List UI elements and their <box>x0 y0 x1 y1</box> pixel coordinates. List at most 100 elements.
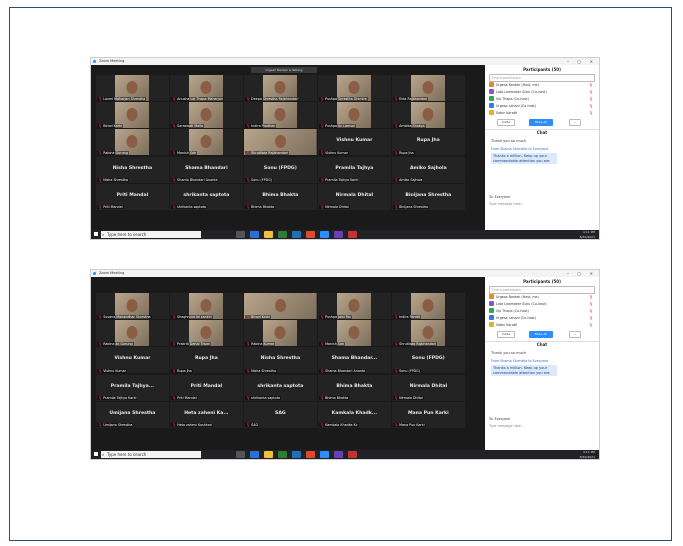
chat-input[interactable]: Type message here... <box>489 424 524 428</box>
name-tile[interactable]: Heta zaheni Ka... 🎙Heta zaheni Kushkari <box>169 401 243 428</box>
name-tile[interactable]: Pramila Tajhya 🎙Pramila Tajhya Karki <box>317 156 391 183</box>
more-button[interactable]: ... <box>569 331 581 338</box>
participant-row[interactable]: Urgesa Bardah (Host, me) 🎙 <box>489 294 595 301</box>
task-view-icon[interactable] <box>236 231 245 238</box>
participant-row[interactable]: Vip Thapa (Co-host) 🎙 <box>489 308 595 315</box>
invite-button[interactable]: Invite <box>497 331 515 338</box>
mic-icon[interactable]: 🎙 <box>589 82 593 89</box>
name-tile[interactable]: shrikanta saptota 🎙shrikanta saptota <box>169 183 243 210</box>
word-icon[interactable] <box>292 451 301 458</box>
taskbar-search-input[interactable]: ⌕ Type here to search <box>101 451 201 458</box>
task-view-icon[interactable] <box>236 451 245 458</box>
maximize-icon[interactable]: ▢ <box>577 270 581 277</box>
pdf-icon[interactable] <box>348 231 357 238</box>
minimize-icon[interactable]: – <box>567 270 569 277</box>
mic-icon[interactable]: 🎙 <box>589 96 593 103</box>
video-tile[interactable]: 🎙Shrutilata Rajbhandari <box>391 320 465 347</box>
participant-row[interactable]: Urgesa Bardah (Host, me) 🎙 <box>489 82 595 89</box>
zoom-taskbar-icon[interactable] <box>320 231 329 238</box>
video-tile[interactable]: 🎙Binod Karki <box>243 293 317 319</box>
name-tile[interactable]: Pramila Tajhya... 🎙Pramila Tajhya Karki <box>96 374 169 401</box>
taskbar-search-input[interactable]: ⌕ Type here to search <box>101 231 201 238</box>
mic-icon[interactable]: 🎙 <box>589 301 593 308</box>
participant-row[interactable]: Urgesa Lahani (Co-host) 🎙 <box>489 103 595 110</box>
name-tile[interactable]: Kamkala Khadk... 🎙Kamkala Khadka Kc <box>317 401 391 428</box>
video-tile[interactable]: 🎙Pushpa Jaisi Rai <box>317 293 391 319</box>
name-tile[interactable]: Sonu (FPDG) 🎙Sonu (FPDG) <box>243 156 317 183</box>
participant-row[interactable]: Sabin Karatti 🎙 <box>489 110 595 117</box>
name-tile[interactable]: Priti Mandal 🎙Priti Mandal <box>96 183 169 210</box>
chat-input[interactable]: Type message here... <box>489 202 524 206</box>
video-tile[interactable]: 🎙Anusha Lal Thapa Maharjan <box>169 75 243 101</box>
mute-all-button[interactable]: Mute All <box>529 119 553 126</box>
edge-icon[interactable] <box>250 451 259 458</box>
name-tile[interactable]: shrikanta saptota 🎙shrikanta saptota <box>243 374 317 401</box>
name-tile[interactable]: Nirmala Dhital 🎙Nirmala Dhital <box>391 374 465 401</box>
windows-start-icon[interactable] <box>94 452 98 456</box>
name-tile[interactable]: Sonu (FPDG) 🎙Sonu (FPDG) <box>391 347 465 374</box>
video-tile[interactable]: 🎙Susana Manandhar Shrestha <box>96 293 169 319</box>
participant-search-input[interactable]: Find a participant <box>489 286 595 294</box>
app-icon[interactable] <box>334 451 343 458</box>
invite-button[interactable]: Invite <box>497 119 515 126</box>
system-tray-clock[interactable]: 4:11 PM 8/30/2021 <box>580 230 595 239</box>
name-tile[interactable]: Vishnu Kumar 🎙Vishnu Kumar <box>96 347 169 374</box>
file-explorer-icon[interactable] <box>264 451 273 458</box>
participant-row[interactable]: Sabin Karatti 🎙 <box>489 322 595 329</box>
mic-icon[interactable]: 🎙 <box>589 110 593 117</box>
video-tile[interactable]: 🎙Rabina Kumar <box>243 320 317 347</box>
name-tile[interactable]: Amiko Sajhola 🎙Amiko Sajhola <box>391 156 465 183</box>
video-tile[interactable]: 🎙Manish Sah <box>317 320 391 347</box>
mute-all-button[interactable]: Mute All <box>529 331 553 338</box>
name-tile[interactable]: Nisha Shrestha 🎙Nisha Shrestha <box>243 347 317 374</box>
video-tile[interactable]: 🎙Saraswati Malla <box>169 102 243 129</box>
video-tile[interactable]: 🎙Ambika Shakya <box>391 102 465 129</box>
video-tile[interactable]: 🎙Pushpa Shrestha Ghimire <box>317 75 391 101</box>
more-button[interactable]: ... <box>569 119 581 126</box>
chrome-icon[interactable] <box>278 451 287 458</box>
video-tile[interactable]: 🎙Pushpa Kc Lamsal <box>317 102 391 129</box>
participant-row[interactable]: Lata Lawmaker Suku (Co-host) 🎙 <box>489 89 595 96</box>
video-tile[interactable]: 🎙Rabina Gurung <box>96 129 169 156</box>
name-tile[interactable]: Bhima Bhakta 🎙Bhima Bhakta <box>317 374 391 401</box>
mic-icon[interactable]: 🎙 <box>589 308 593 315</box>
video-tile[interactable]: 🎙Manish Sah <box>169 129 243 156</box>
participant-row[interactable]: Lata Lawmaker Suku (Co-host) 🎙 <box>489 301 595 308</box>
name-tile[interactable]: Binijana Shrestha 🎙Binijana Shrestha <box>391 183 465 210</box>
chrome-icon[interactable] <box>278 231 287 238</box>
mic-icon[interactable]: 🎙 <box>589 103 593 110</box>
app-icon[interactable] <box>334 231 343 238</box>
name-tile[interactable]: Nisha Shrestha 🎙Nisha Shrestha <box>96 156 169 183</box>
name-tile[interactable]: Rupa Jha 🎙Rupa Jha <box>391 129 465 156</box>
pdf-icon[interactable] <box>348 451 357 458</box>
powerpoint-icon[interactable] <box>306 451 315 458</box>
name-tile[interactable]: Nirmala Dhital 🎙Nirmala Dhital <box>317 183 391 210</box>
chat-recipient-select[interactable]: To: Everyone <box>489 417 510 421</box>
mic-icon[interactable]: 🎙 <box>589 315 593 322</box>
video-tile[interactable]: 🎙Shaghruva lal sankhi <box>169 293 243 319</box>
video-tile[interactable]: 🎙Laxmi Maharjan Shrestha <box>96 75 169 101</box>
video-tile[interactable]: 🎙Indira Pradhan <box>243 102 317 129</box>
edge-icon[interactable] <box>250 231 259 238</box>
close-icon[interactable]: ✕ <box>590 270 593 277</box>
name-tile[interactable]: Umijana Shrestha 🎙Umijana Shrestha <box>96 401 169 428</box>
video-tile[interactable]: 🎙Deepa Shrestha Rajbhandari <box>243 75 317 101</box>
maximize-icon[interactable]: ▢ <box>577 58 581 65</box>
name-tile[interactable]: Vishnu Kumar 🎙Vishnu Kumar <box>317 129 391 156</box>
video-tile[interactable]: 🎙Rabina kc Gurung <box>96 320 169 347</box>
name-tile[interactable]: Mana Pun Karki 🎙Mana Pun Karki <box>391 401 465 428</box>
name-tile[interactable]: Shama Bhandar... 🎙Shama Bhandari Ananta <box>317 347 391 374</box>
video-tile[interactable]: 🎙Prakriti Dahal Tiwari <box>169 320 243 347</box>
participant-row[interactable]: Urgesa Lahani (Co-host) 🎙 <box>489 315 595 322</box>
system-tray-clock[interactable]: 4:11 PM 8/30/2021 <box>580 450 595 459</box>
mic-icon[interactable]: 🎙 <box>589 322 593 329</box>
file-explorer-icon[interactable] <box>264 231 273 238</box>
name-tile[interactable]: Rupa Jha 🎙Rupa Jha <box>169 347 243 374</box>
video-tile[interactable]: 🎙Ekta Rajbhandari <box>391 75 465 101</box>
name-tile[interactable]: Priti Mandal 🎙Priti Mandal <box>169 374 243 401</box>
name-tile[interactable]: Shama Bhandari 🎙Shanta Bhandari Ananta <box>169 156 243 183</box>
video-tile[interactable]: 🎙Binod Karki <box>96 102 169 129</box>
zoom-taskbar-icon[interactable] <box>320 451 329 458</box>
mic-icon[interactable]: 🎙 <box>589 294 593 301</box>
participant-search-input[interactable]: Find a participant <box>489 74 595 82</box>
